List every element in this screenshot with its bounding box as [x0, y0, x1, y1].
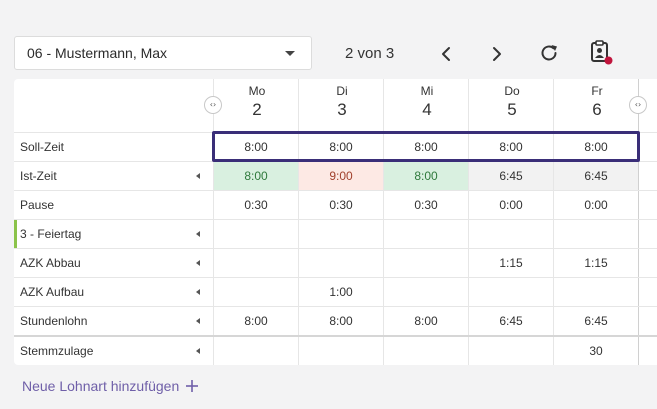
grid-cell[interactable] — [214, 220, 298, 248]
day-number: 3 — [337, 100, 347, 119]
day-header-di: Di 3 — [300, 84, 384, 120]
row-label: Soll-Zeit — [20, 140, 65, 154]
grid-cell[interactable]: 6:45 — [469, 307, 553, 335]
employee-select[interactable]: 06 - Mustermann, Max — [14, 36, 312, 70]
grid-cell[interactable]: 9:00 — [299, 162, 383, 190]
chevron-right-icon — [493, 47, 501, 61]
day-name: Fr — [591, 84, 603, 98]
day-number: 5 — [507, 100, 517, 119]
grid-cell[interactable]: 8:00 — [384, 162, 468, 190]
row-label: Pause — [20, 198, 55, 212]
grid-cell[interactable] — [469, 220, 553, 248]
add-wage-type-label: Neue Lohnart hinzufügen — [22, 378, 180, 394]
grid-cell[interactable] — [384, 278, 468, 306]
grid-cell[interactable] — [384, 220, 468, 248]
row-label: AZK Aufbau — [20, 285, 85, 299]
pager-indicator: 2 von 3 — [345, 45, 395, 62]
day-name: Do — [504, 84, 520, 98]
grid-cell[interactable]: 8:00 — [384, 307, 468, 335]
notification-dot — [604, 56, 613, 65]
day-number: 4 — [422, 100, 432, 119]
clipboard-user-icon — [591, 40, 613, 65]
row-label: Ist-Zeit — [20, 169, 57, 183]
next-button[interactable] — [484, 41, 510, 67]
timesheet-grid: ‹› ‹› Mo 2 Di 3 Mi 4 Do 5 Fr 6 Soll-Zeit… — [14, 79, 657, 365]
caret-left-icon[interactable] — [196, 231, 200, 237]
grid-cell[interactable] — [214, 249, 298, 277]
grid-cell[interactable]: 8:00 — [214, 133, 298, 161]
grid-cell[interactable]: 1:15 — [469, 249, 553, 277]
grid-cell[interactable]: 8:00 — [469, 133, 553, 161]
day-number: 2 — [252, 100, 262, 119]
day-name: Di — [336, 84, 348, 98]
grid-cell[interactable]: 6:45 — [554, 307, 638, 335]
row-label: 3 - Feiertag — [20, 227, 82, 241]
grid-cell[interactable]: 1:00 — [299, 278, 383, 306]
grid-cell[interactable]: 8:00 — [214, 162, 298, 190]
row-label: AZK Abbau — [20, 256, 81, 270]
grid-cell[interactable]: 1:15 — [554, 249, 638, 277]
grid-cell[interactable] — [214, 278, 298, 306]
grid-cell[interactable] — [469, 278, 553, 306]
day-header-fr: Fr 6 — [555, 84, 639, 120]
day-number: 6 — [592, 100, 602, 119]
grid-cell[interactable] — [554, 278, 638, 306]
grid-cell[interactable]: 8:00 — [299, 133, 383, 161]
previous-button[interactable] — [433, 41, 459, 67]
grid-cell[interactable]: 0:00 — [469, 191, 553, 219]
grid-divider — [638, 79, 639, 365]
grid-cell[interactable] — [299, 337, 383, 365]
grid-cell[interactable]: 6:45 — [554, 162, 638, 190]
caret-left-icon[interactable] — [196, 318, 200, 324]
scroll-left-button[interactable]: ‹› — [204, 96, 222, 114]
grid-cell[interactable] — [384, 249, 468, 277]
refresh-icon — [541, 45, 557, 61]
holiday-accent-bar — [14, 220, 17, 248]
day-header-mi: Mi 4 — [385, 84, 469, 120]
grid-cell[interactable]: 30 — [554, 337, 638, 365]
grid-cell[interactable] — [214, 337, 298, 365]
row-label: Stemmzulage — [20, 344, 94, 358]
grid-cell[interactable]: 8:00 — [214, 307, 298, 335]
employee-select-value: 06 - Mustermann, Max — [27, 45, 168, 61]
day-header-do: Do 5 — [470, 84, 554, 120]
grid-cell[interactable]: 8:00 — [554, 133, 638, 161]
add-wage-type-link[interactable]: Neue Lohnart hinzufügen — [22, 378, 199, 394]
grid-cell[interactable] — [299, 249, 383, 277]
grid-cell[interactable]: 8:00 — [299, 307, 383, 335]
grid-cell[interactable] — [384, 337, 468, 365]
grid-cell[interactable] — [469, 337, 553, 365]
day-name: Mi — [420, 84, 434, 98]
caret-left-icon[interactable] — [196, 173, 200, 179]
day-header-mo: Mo 2 — [215, 84, 299, 120]
chevron-left-icon — [442, 47, 450, 61]
caret-left-icon[interactable] — [196, 260, 200, 266]
scroll-right-button[interactable]: ‹› — [629, 96, 647, 114]
grid-cell[interactable]: 0:30 — [384, 191, 468, 219]
grid-cell[interactable]: 0:30 — [299, 191, 383, 219]
day-name: Mo — [248, 84, 266, 98]
caret-left-icon[interactable] — [196, 348, 200, 354]
grid-cell[interactable]: 6:45 — [469, 162, 553, 190]
grid-cell[interactable]: 0:30 — [214, 191, 298, 219]
caret-down-icon — [285, 51, 295, 56]
plus-icon — [186, 380, 199, 392]
caret-left-icon[interactable] — [196, 289, 200, 295]
grid-cell[interactable]: 8:00 — [384, 133, 468, 161]
grid-cell[interactable] — [299, 220, 383, 248]
grid-cell[interactable] — [554, 220, 638, 248]
employee-card-button[interactable] — [588, 39, 614, 65]
grid-cell[interactable]: 0:00 — [554, 191, 638, 219]
row-label: Stundenlohn — [20, 314, 88, 328]
refresh-button[interactable] — [536, 40, 562, 66]
